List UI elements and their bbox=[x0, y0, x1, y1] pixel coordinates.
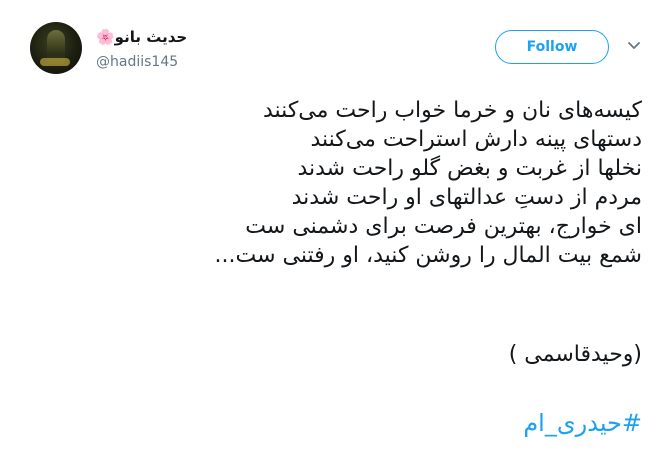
tweet-text: کیسه‌های نان و خرما خواب راحت می‌کنند دس… bbox=[150, 96, 642, 270]
follow-button[interactable]: Follow bbox=[495, 30, 609, 64]
poet-signature: (وحیدقاسمی ) bbox=[508, 342, 642, 367]
hashtag-link[interactable]: #حیدری_ام bbox=[350, 408, 642, 438]
user-handle[interactable]: @hadiis145 bbox=[96, 54, 178, 70]
chevron-down-icon[interactable] bbox=[626, 38, 642, 54]
avatar-highlight bbox=[40, 58, 70, 66]
tweet-line: نخلها از غربت و بغض گلو راحت شدند bbox=[297, 156, 642, 181]
avatar[interactable] bbox=[30, 22, 82, 74]
display-name[interactable]: حدیث بانو🌸 bbox=[96, 28, 187, 46]
tweet-header: حدیث بانو🌸 @hadiis145 Follow bbox=[0, 0, 671, 90]
tweet-line: شمع بیت المال را روشن کنید، او رفتنی ست.… bbox=[214, 243, 642, 268]
tweet-line: مردم از دستِ عدالتهای او راحت شدند bbox=[291, 185, 642, 210]
tweet-line: کیسه‌های نان و خرما خواب راحت می‌کنند bbox=[263, 98, 642, 123]
tweet-line: ای خوارج، بهترین فرصت برای دشمنی ست bbox=[245, 214, 642, 239]
tweet-line: دستهای پینه دارش استراحت می‌کنند bbox=[310, 127, 642, 152]
